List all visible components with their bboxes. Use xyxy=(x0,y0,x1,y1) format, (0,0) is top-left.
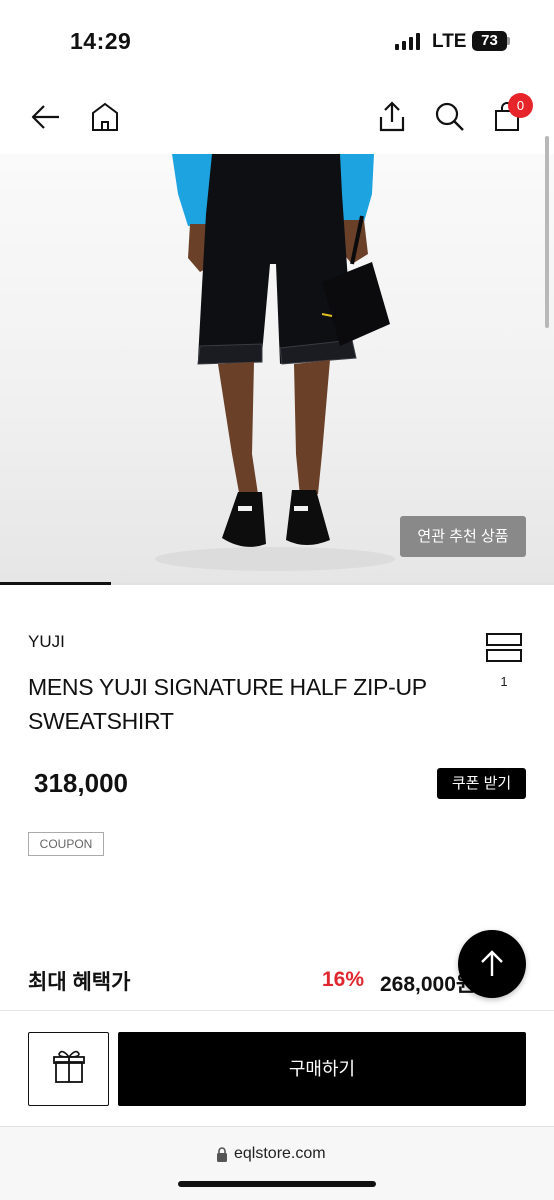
get-coupon-button[interactable]: 쿠폰 받기 xyxy=(437,768,526,799)
home-icon[interactable] xyxy=(88,100,122,134)
coupon-tag: COUPON xyxy=(28,832,104,856)
page-scrollbar[interactable] xyxy=(545,136,549,328)
cart-count-badge: 0 xyxy=(508,93,533,118)
battery-icon: 73 xyxy=(472,31,507,51)
gift-icon xyxy=(53,1050,85,1083)
buy-button[interactable]: 구매하기 xyxy=(118,1032,526,1106)
status-bar: 14:29 LTE 73 xyxy=(0,0,554,80)
product-price: 318,000 xyxy=(34,768,128,798)
share-icon[interactable] xyxy=(375,100,409,134)
image-progress-fill xyxy=(0,582,111,585)
gift-button[interactable] xyxy=(28,1032,109,1106)
discount-rate: 16% xyxy=(322,968,365,991)
browser-url-bar[interactable] xyxy=(0,1126,554,1200)
url-text[interactable]: eqlstore.com xyxy=(234,1145,326,1163)
related-products-button[interactable]: 연관 추천 상품 xyxy=(400,516,526,557)
network-type: LTE xyxy=(432,31,467,52)
brand-name[interactable]: YUJI xyxy=(28,632,65,652)
product-title: MENS YUJI SIGNATURE HALF ZIP-UP SWEATSHI… xyxy=(28,674,427,734)
arrow-up-icon xyxy=(481,950,503,976)
battery-cap xyxy=(507,37,510,45)
max-benefit-label: 최대 혜택가 xyxy=(28,971,131,994)
scroll-to-top-button[interactable] xyxy=(458,930,526,998)
arrow-left-icon[interactable] xyxy=(29,100,63,134)
image-progress-track xyxy=(0,582,554,585)
home-indicator[interactable] xyxy=(178,1181,376,1187)
nav-bar xyxy=(0,80,554,154)
compare-count: 1 xyxy=(500,674,508,689)
signal-strength-icon xyxy=(395,33,420,50)
lock-icon xyxy=(217,1147,227,1162)
search-icon[interactable] xyxy=(433,100,467,134)
compare-list-icon[interactable] xyxy=(486,633,522,663)
status-time: 14:29 xyxy=(70,28,132,54)
